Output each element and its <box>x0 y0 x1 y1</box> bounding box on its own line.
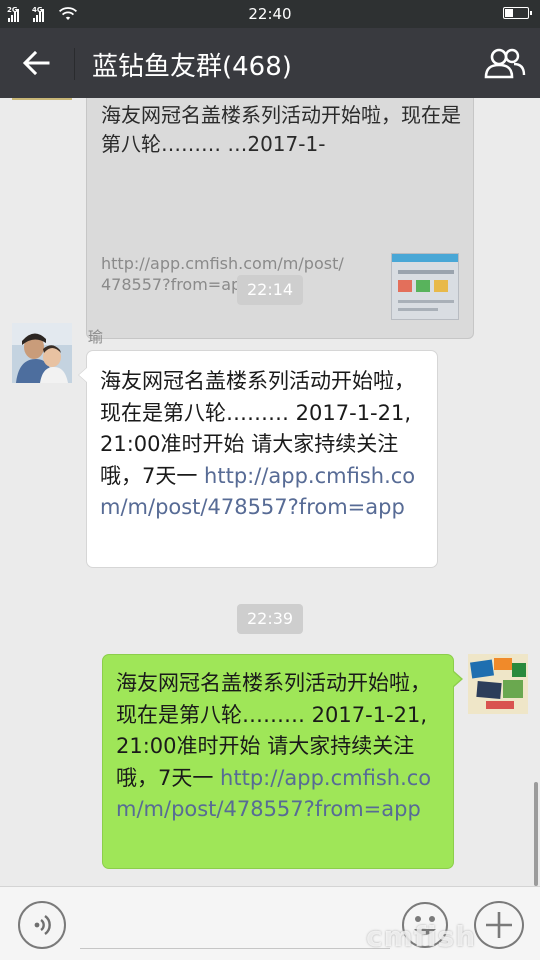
message-text: 海友网冠名盖楼系列活动开始啦，现在是第八轮……… 2017-1-21, 21:0… <box>100 366 430 524</box>
message-text: 海友网冠名盖楼系列活动开始啦，现在是第八轮……… 2017-1-21, 21:0… <box>116 668 446 826</box>
voice-button[interactable] <box>18 901 66 949</box>
message-input[interactable] <box>80 901 390 949</box>
link-card-url: http://app.cmfish.com/m/post/478557?from… <box>101 254 344 294</box>
message-bubble-incoming[interactable]: 海友网冠名盖楼系列活动开始啦，现在是第八轮……… 2017-1-21, 21:0… <box>78 350 438 568</box>
message-bubble-outgoing[interactable]: 海友网冠名盖楼系列活动开始啦，现在是第八轮……… 2017-1-21, 21:0… <box>102 654 463 869</box>
scrollbar-thumb[interactable] <box>534 782 538 886</box>
timestamp: 22:14 <box>237 275 304 305</box>
back-button[interactable] <box>14 44 58 82</box>
avatar-photo <box>468 654 528 714</box>
more-button[interactable] <box>474 901 524 949</box>
timestamp: 22:39 <box>237 604 304 634</box>
link-card-title: 海友网冠名盖楼系列活动开始啦，现在是第八轮……… …2017-1- <box>101 103 461 156</box>
status-bar: 2G 4G 22:40 <box>0 0 540 28</box>
voice-icon <box>34 915 51 935</box>
battery-icon <box>503 7 532 19</box>
avatar[interactable] <box>468 654 528 714</box>
arrow-left-icon <box>22 50 50 76</box>
group-members-icon <box>484 48 526 79</box>
status-time: 22:40 <box>248 5 292 23</box>
plus-icon <box>486 912 512 938</box>
message-list[interactable]: 海友网冠名盖楼系列活动开始啦，现在是第八轮……… …2017-1- http:/… <box>0 98 540 886</box>
battery-level <box>505 9 514 17</box>
avatar[interactable] <box>12 323 72 383</box>
watermark: cmfish <box>366 920 477 953</box>
avatar-photo <box>12 323 72 383</box>
sender-name: 瑜 <box>88 328 104 346</box>
title-divider <box>74 48 75 80</box>
group-info-button[interactable] <box>482 42 528 84</box>
title-bar: 蓝钻鱼友群(468) <box>0 28 540 98</box>
link-card-thumbnail <box>391 253 459 320</box>
avatar[interactable] <box>12 98 72 100</box>
chat-title: 蓝钻鱼友群(468) <box>92 52 292 82</box>
